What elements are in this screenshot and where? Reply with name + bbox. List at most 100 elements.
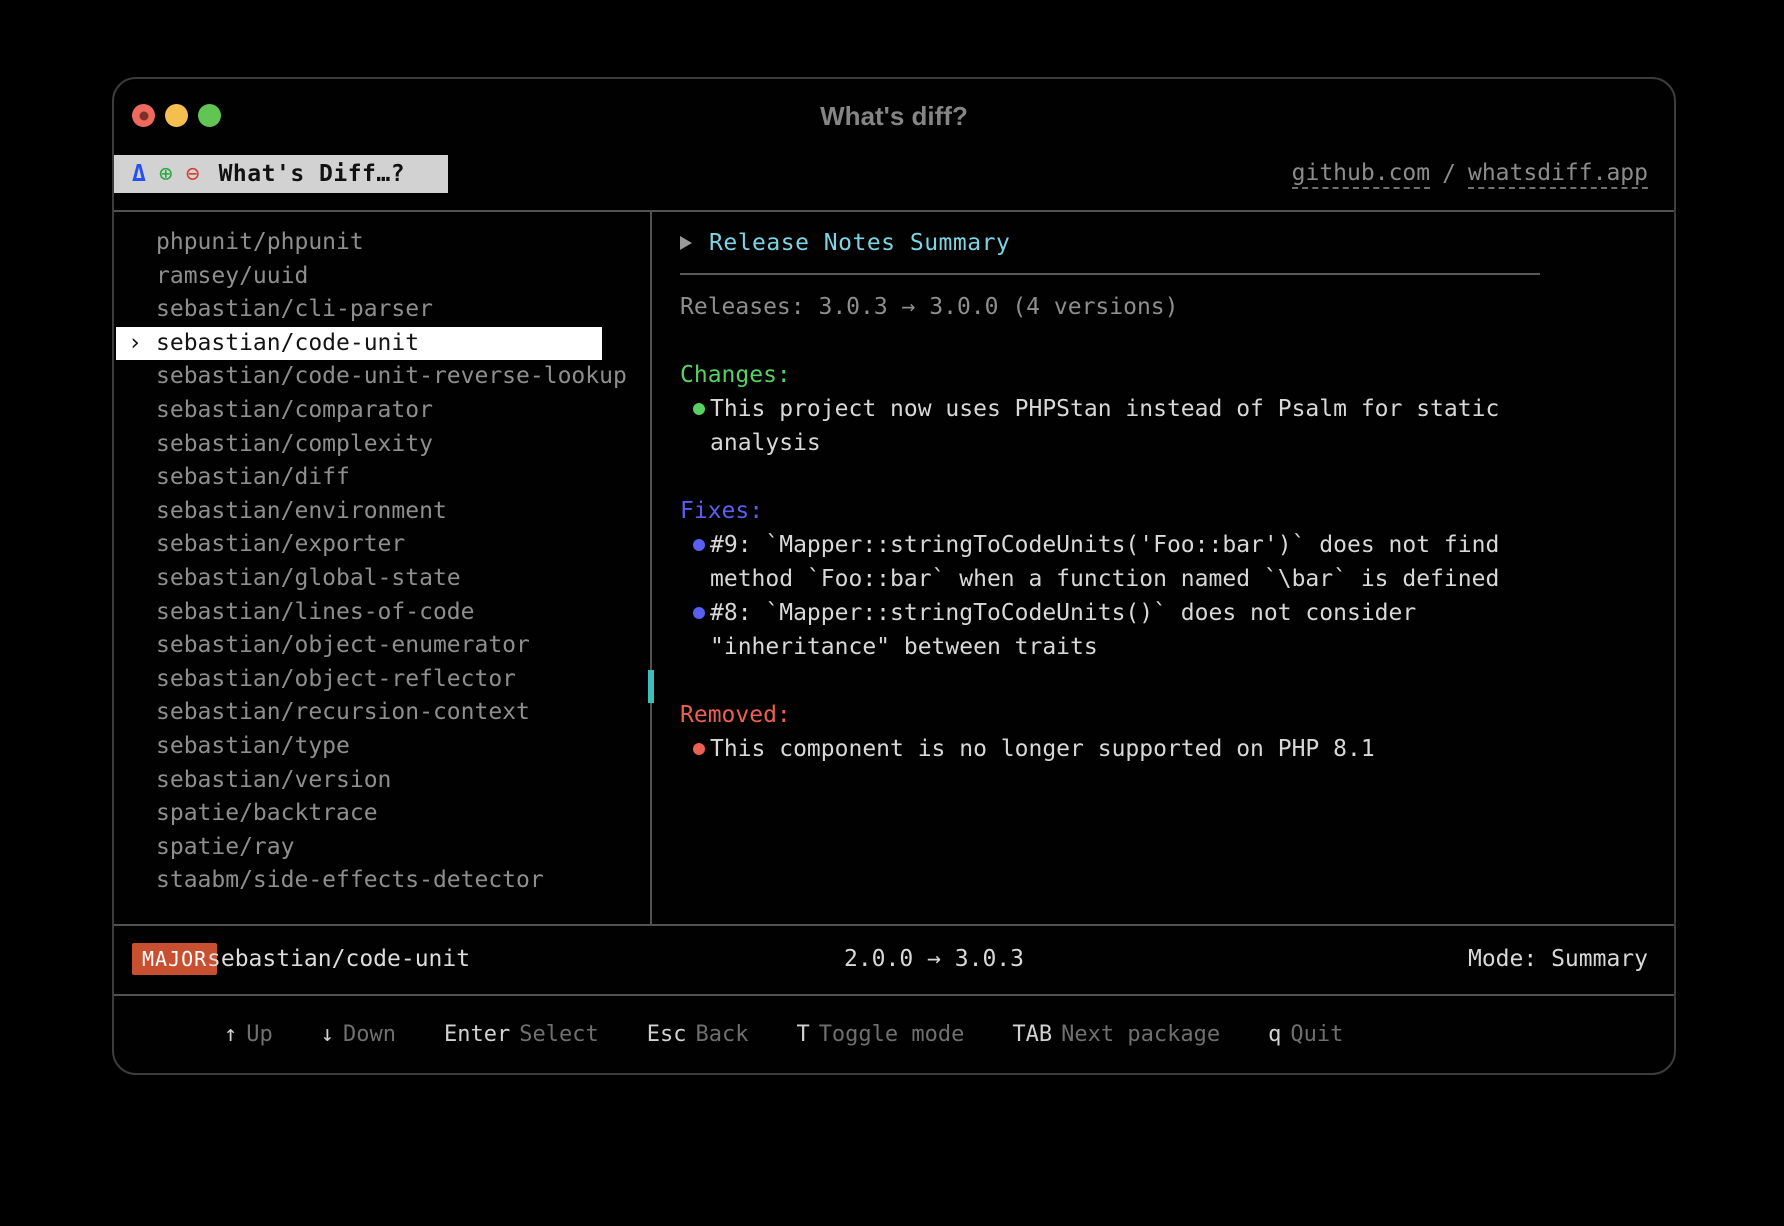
status-bar: MAJOR sebastian/code-unit 2.0.0 → 3.0.3 …	[114, 924, 1674, 994]
help-key: ↓	[321, 1022, 334, 1047]
pane-title: Release Notes Summary	[709, 230, 1010, 256]
package-list-item[interactable]: spatie/backtrace	[116, 797, 602, 831]
package-list-item[interactable]: sebastian/comparator	[116, 394, 602, 428]
app-brand-bar: Δ ⊕ ⊖ What's Diff…?	[114, 155, 448, 193]
help-key: TAB	[1012, 1022, 1052, 1047]
links-separator: /	[1442, 161, 1456, 187]
bullet-icon	[693, 539, 705, 551]
package-list-item[interactable]: sebastian/environment	[116, 495, 602, 529]
package-list-item[interactable]: sebastian/type	[116, 730, 602, 764]
package-name: staabm/side-effects-detector	[156, 867, 544, 893]
release-note-line: "inheritance" between traits	[680, 630, 1640, 664]
package-list-item[interactable]: sebastian/lines-of-code	[116, 596, 602, 630]
help-label: Toggle mode	[819, 1022, 965, 1047]
help-label: Down	[343, 1022, 396, 1047]
section-heading: Changes:	[680, 358, 1640, 392]
help-item: Esc Back	[647, 1022, 749, 1047]
package-name: sebastian/diff	[156, 464, 350, 490]
releases-summary: Releases: 3.0.3 → 3.0.0 (4 versions)	[680, 290, 1640, 324]
help-item: ↓ Down	[321, 1022, 396, 1047]
release-note-line: #9: `Mapper::stringToCodeUnits('Foo::bar…	[680, 528, 1640, 562]
package-name: spatie/ray	[156, 834, 294, 860]
header-links: github.com / whatsdiff.app	[1292, 155, 1648, 193]
package-name: sebastian/cli-parser	[156, 296, 433, 322]
package-list-item[interactable]: sebastian/object-reflector	[116, 663, 602, 697]
severity-badge: MAJOR	[132, 943, 217, 975]
help-key: ↑	[224, 1022, 237, 1047]
bullet-icon	[693, 403, 705, 415]
package-list-item[interactable]: phpunit/phpunit	[116, 226, 602, 260]
release-note-line: analysis	[680, 426, 1640, 460]
help-label: Select	[519, 1022, 598, 1047]
package-name: sebastian/exporter	[156, 531, 405, 557]
package-list-item[interactable]: sebastian/cli-parser	[116, 293, 602, 327]
package-list-item[interactable]: sebastian/version	[116, 764, 602, 798]
release-notes-pane: Release Notes Summary Releases: 3.0.3 → …	[680, 226, 1640, 766]
package-name: sebastian/environment	[156, 498, 447, 524]
help-key: q	[1268, 1022, 1281, 1047]
window-title: What's diff?	[114, 101, 1674, 132]
package-list-item[interactable]: spatie/ray	[116, 831, 602, 865]
release-section: Removed: This component is no longer sup…	[680, 698, 1640, 766]
package-list-item[interactable]: sebastian/exporter	[116, 528, 602, 562]
package-name: sebastian/complexity	[156, 431, 433, 457]
package-list-item[interactable]: sebastian/diff	[116, 461, 602, 495]
package-name: sebastian/code-unit	[156, 330, 419, 356]
help-label: Quit	[1290, 1022, 1343, 1047]
release-note-line: This project now uses PHPStan instead of…	[680, 392, 1640, 426]
package-list: phpunit/phpunit ramsey/uuid sebastian/cl…	[116, 226, 650, 898]
content-top-divider	[114, 210, 1674, 212]
package-name: sebastian/object-reflector	[156, 666, 516, 692]
pane-title-row: Release Notes Summary	[680, 226, 1640, 260]
release-sections: Changes: This project now uses PHPStan i…	[680, 358, 1640, 766]
section-items: #9: `Mapper::stringToCodeUnits('Foo::bar…	[680, 528, 1640, 664]
package-list-item[interactable]: sebastian/complexity	[116, 428, 602, 462]
screen: What's diff? Δ ⊕ ⊖ What's Diff…? github.…	[0, 0, 1784, 1226]
package-list-item[interactable]: staabm/side-effects-detector	[116, 864, 602, 898]
package-name: sebastian/lines-of-code	[156, 599, 475, 625]
github-link[interactable]: github.com	[1292, 160, 1430, 189]
delta-icon: Δ	[132, 161, 146, 187]
bullet-icon	[693, 607, 705, 619]
package-name: spatie/backtrace	[156, 800, 378, 826]
help-key: Enter	[444, 1022, 510, 1047]
help-label: Next package	[1061, 1022, 1220, 1047]
package-list-item[interactable]: › sebastian/code-unit	[116, 327, 602, 361]
package-list-item[interactable]: sebastian/code-unit-reverse-lookup	[116, 360, 602, 394]
website-link[interactable]: whatsdiff.app	[1468, 160, 1648, 189]
release-note-line: This component is no longer supported on…	[680, 732, 1640, 766]
app-name: What's Diff…?	[219, 161, 406, 187]
pane-arrow-icon	[680, 236, 692, 250]
version-change: 2.0.0 → 3.0.3	[844, 946, 1024, 972]
help-label: Back	[695, 1022, 748, 1047]
release-note-line: #8: `Mapper::stringToCodeUnits()` does n…	[680, 596, 1640, 630]
package-name: sebastian/version	[156, 767, 391, 793]
help-item: q Quit	[1268, 1022, 1343, 1047]
package-name: sebastian/type	[156, 733, 350, 759]
package-list-item[interactable]: sebastian/object-enumerator	[116, 629, 602, 663]
status-package-name: sebastian/code-unit	[207, 946, 470, 972]
help-key: Esc	[647, 1022, 687, 1047]
package-list-item[interactable]: ramsey/uuid	[116, 260, 602, 294]
help-item: T Toggle mode	[796, 1022, 964, 1047]
section-heading: Fixes:	[680, 494, 1640, 528]
bullet-icon	[693, 743, 705, 755]
selection-chevron-icon: ›	[128, 327, 142, 361]
app-window: What's diff? Δ ⊕ ⊖ What's Diff…? github.…	[112, 77, 1676, 1075]
section-items: This component is no longer supported on…	[680, 732, 1640, 766]
release-section: Changes: This project now uses PHPStan i…	[680, 358, 1640, 460]
release-section: Fixes: #9: `Mapper::stringToCodeUnits('F…	[680, 494, 1640, 664]
help-item: Enter Select	[444, 1022, 599, 1047]
package-name: sebastian/recursion-context	[156, 699, 530, 725]
package-list-item[interactable]: sebastian/global-state	[116, 562, 602, 596]
help-key: T	[796, 1022, 809, 1047]
help-label: Up	[246, 1022, 273, 1047]
release-note-line: method `Foo::bar` when a function named …	[680, 562, 1640, 596]
package-name: phpunit/phpunit	[156, 229, 364, 255]
section-heading: Removed:	[680, 698, 1640, 732]
status-mode: Mode: Summary	[1468, 946, 1648, 972]
package-name: sebastian/global-state	[156, 565, 461, 591]
package-name: sebastian/comparator	[156, 397, 433, 423]
package-name: sebastian/object-enumerator	[156, 632, 530, 658]
package-list-item[interactable]: sebastian/recursion-context	[116, 696, 602, 730]
